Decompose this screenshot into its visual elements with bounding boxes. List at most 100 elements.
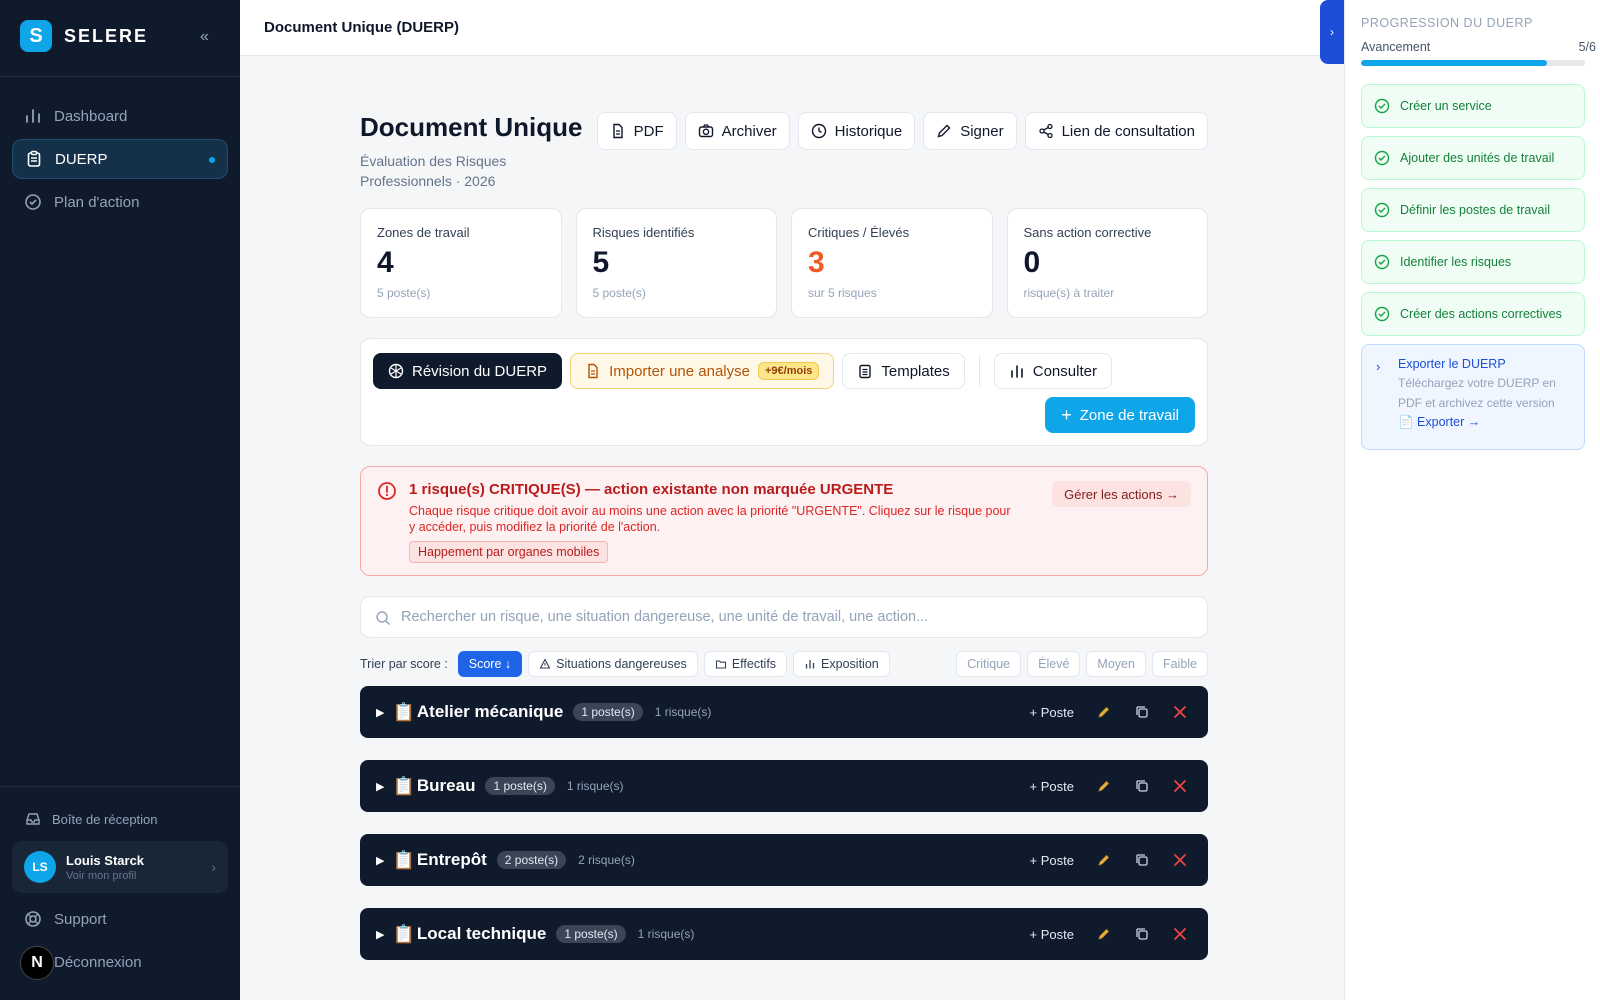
zone-postes-badge: 2 poste(s) xyxy=(496,851,567,869)
clipboard-emoji-icon: 📋 xyxy=(392,701,415,722)
sort-score-chip[interactable]: Score ↓ xyxy=(457,651,523,677)
alert-text: Chaque risque critique doit avoir au moi… xyxy=(409,504,1011,534)
step-item[interactable]: Définir les postes de travail xyxy=(1361,188,1585,232)
support-label: Support xyxy=(54,910,107,928)
edit-pencil-icon[interactable] xyxy=(1096,926,1112,942)
step-current-export[interactable]: › Exporter le DUERP Téléchargez votre DU… xyxy=(1361,344,1585,450)
zone-row[interactable]: ▶ 📋 Entrepôt 2 poste(s) 2 risque(s) + Po… xyxy=(360,834,1208,886)
zone-postes-badge: 1 poste(s) xyxy=(556,925,626,943)
add-poste-button[interactable]: + Poste xyxy=(1030,927,1074,942)
step-item[interactable]: Ajouter des unités de travail xyxy=(1361,136,1585,180)
add-poste-button[interactable]: + Poste xyxy=(1030,853,1074,868)
inbox-link[interactable]: Boîte de réception xyxy=(24,810,158,828)
chevron-right-icon: › xyxy=(1376,359,1381,374)
n-badge-icon[interactable]: N xyxy=(20,946,54,980)
level-critique-chip[interactable]: Critique xyxy=(956,651,1022,677)
add-zone-label: Zone de travail xyxy=(1079,406,1179,424)
add-poste-button[interactable]: + Poste xyxy=(1030,705,1074,720)
history-button[interactable]: Historique xyxy=(797,112,916,150)
zone-actions: + Poste xyxy=(1030,686,1188,738)
sidebar-item-plan-action[interactable]: Plan d'action xyxy=(12,182,228,222)
step-label: Identifier les risques xyxy=(1400,255,1512,269)
delete-x-icon[interactable] xyxy=(1172,778,1188,794)
avatar: LS xyxy=(24,851,56,883)
stat-card-critical: Critiques / Élevés 3 sur 5 risques xyxy=(791,208,993,318)
stat-value: 5 xyxy=(592,246,610,279)
pdf-button[interactable]: PDF xyxy=(596,112,677,150)
expand-caret-icon[interactable]: ▶ xyxy=(376,706,384,719)
zone-postes-badge: 1 poste(s) xyxy=(485,777,555,795)
progress-panel: PROGRESSION DU DUERP Avancement 5/6 Crée… xyxy=(1344,0,1600,1000)
sign-button[interactable]: Signer xyxy=(923,112,1017,150)
add-zone-button[interactable]: + Zone de travail xyxy=(1045,397,1195,433)
consultation-link-button[interactable]: Lien de consultation xyxy=(1024,112,1208,150)
stat-sub: 5 poste(s) xyxy=(592,286,646,300)
duplicate-icon[interactable] xyxy=(1134,852,1150,868)
zone-actions: + Poste xyxy=(1030,908,1188,960)
level-moyen-chip[interactable]: Moyen xyxy=(1086,651,1146,677)
revision-button[interactable]: Révision du DUERP xyxy=(373,353,563,389)
stat-value: 0 xyxy=(1023,246,1041,279)
toolbar-row: Révision du DUERP Importer une analyse +… xyxy=(373,353,1112,389)
risk-tag[interactable]: Happement par organes mobiles xyxy=(409,541,609,563)
edit-pencil-icon[interactable] xyxy=(1096,852,1112,868)
bar-chart-icon xyxy=(1010,365,1023,378)
zone-row[interactable]: ▶ 📋 Local technique 1 poste(s) 1 risque(… xyxy=(360,908,1208,960)
support-link[interactable]: Support xyxy=(24,910,107,928)
step-item[interactable]: Identifier les risques xyxy=(1361,240,1585,284)
step-item[interactable]: Créer des actions correctives xyxy=(1361,292,1585,336)
alert-circle-icon xyxy=(378,482,396,500)
archive-button[interactable]: Archiver xyxy=(684,112,790,150)
sort-effectifs-chip[interactable]: Effectifs xyxy=(703,651,788,677)
consult-button[interactable]: Consulter xyxy=(993,353,1112,389)
duplicate-icon[interactable] xyxy=(1134,926,1150,942)
search-bar xyxy=(360,596,1208,638)
expand-caret-icon[interactable]: ▶ xyxy=(376,854,384,867)
search-input[interactable] xyxy=(401,609,1181,625)
check-circle-icon xyxy=(1374,254,1390,270)
manage-actions-button[interactable]: Gérer les actions → xyxy=(1052,481,1191,507)
export-link[interactable]: 📄 Exporter → xyxy=(1398,415,1572,430)
pen-icon xyxy=(937,124,951,138)
stat-card-risks: Risques identifiés 5 5 poste(s) xyxy=(575,208,777,318)
check-circle-icon xyxy=(1374,150,1390,166)
chevron-right-icon: › xyxy=(211,859,216,875)
expand-caret-icon[interactable]: ▶ xyxy=(376,928,384,941)
zone-actions: + Poste xyxy=(1030,834,1188,886)
edit-pencil-icon[interactable] xyxy=(1096,704,1112,720)
step-item[interactable]: Créer un service xyxy=(1361,84,1585,128)
chip-label: Exposition xyxy=(821,657,879,671)
step-label: Créer un service xyxy=(1400,99,1492,113)
brand[interactable]: S SELERE xyxy=(20,20,148,52)
sidebar-nav: Dashboard DUERP Plan d'action xyxy=(12,96,228,225)
zone-row[interactable]: ▶ 📋 Bureau 1 poste(s) 1 risque(s) + Post… xyxy=(360,760,1208,812)
expand-caret-icon[interactable]: ▶ xyxy=(376,780,384,793)
toolbar-card: Révision du DUERP Importer une analyse +… xyxy=(360,338,1208,446)
zone-row[interactable]: ▶ 📋 Atelier mécanique 1 poste(s) 1 risqu… xyxy=(360,686,1208,738)
clipboard-emoji-icon: 📋 xyxy=(392,775,415,796)
user-profile-card[interactable]: LS Louis Starck Voir mon profil › xyxy=(12,841,228,893)
delete-x-icon[interactable] xyxy=(1172,926,1188,942)
clipboard-emoji-icon: 📋 xyxy=(392,849,415,870)
sort-situations-chip[interactable]: Situations dangereuses xyxy=(528,651,698,677)
duplicate-icon[interactable] xyxy=(1134,704,1150,720)
sort-exposition-chip[interactable]: Exposition xyxy=(793,651,890,677)
level-faible-chip[interactable]: Faible xyxy=(1151,651,1208,677)
level-eleve-chip[interactable]: Élevé xyxy=(1027,651,1081,677)
add-poste-button[interactable]: + Poste xyxy=(1030,779,1074,794)
folder-icon xyxy=(715,660,726,669)
warning-icon xyxy=(539,658,551,669)
camera-icon xyxy=(698,124,713,138)
delete-x-icon[interactable] xyxy=(1172,852,1188,868)
sidebar-item-duerp[interactable]: DUERP xyxy=(12,139,228,179)
revision-icon xyxy=(388,363,404,379)
templates-button[interactable]: Templates xyxy=(842,353,965,389)
import-analysis-button[interactable]: Importer une analyse +9€/mois xyxy=(570,353,835,389)
delete-x-icon[interactable] xyxy=(1172,704,1188,720)
duplicate-icon[interactable] xyxy=(1134,778,1150,794)
edit-pencil-icon[interactable] xyxy=(1096,778,1112,794)
collapse-sidebar-button[interactable]: « xyxy=(200,28,209,46)
sidebar-item-dashboard[interactable]: Dashboard xyxy=(12,96,228,136)
consult-label: Consulter xyxy=(1032,362,1097,380)
panel-toggle-button[interactable]: › xyxy=(1320,0,1344,64)
